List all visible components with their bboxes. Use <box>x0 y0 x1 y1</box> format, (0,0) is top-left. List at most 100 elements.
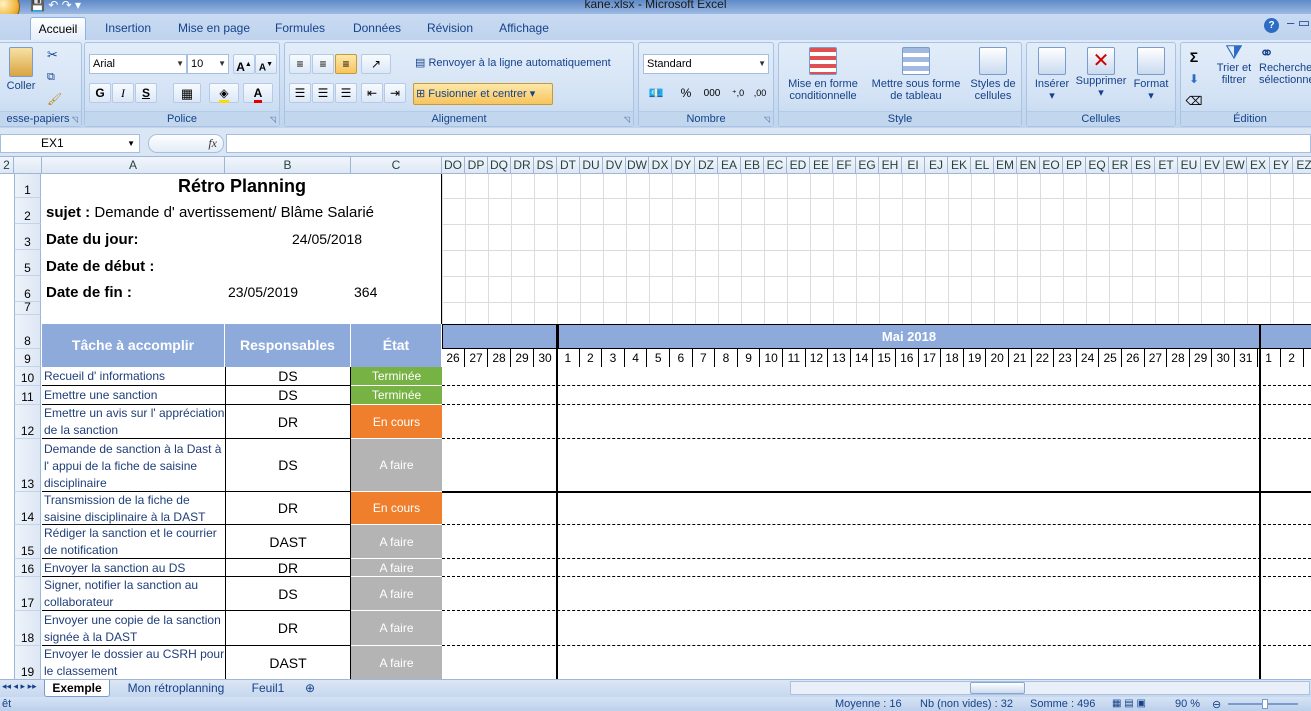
row-header-18[interactable]: 18 <box>14 611 41 646</box>
autosum-icon[interactable]: Σ <box>1183 47 1205 67</box>
align-bottom-button[interactable]: ≡ <box>335 54 357 74</box>
tab-insertion[interactable]: Insertion <box>96 17 160 40</box>
row-header-17[interactable]: 17 <box>14 577 41 611</box>
sheet-tab-exemple[interactable]: Exemple <box>44 680 110 697</box>
responsable-cell[interactable]: DR <box>225 405 351 439</box>
align-top-button[interactable]: ≡ <box>289 54 311 74</box>
bold-button[interactable]: G <box>89 83 111 103</box>
sort-filter-button[interactable]: ⧩ Trier et filtrer <box>1213 43 1255 86</box>
align-center-button[interactable]: ☰ <box>312 83 334 103</box>
row-header-11[interactable]: 11 <box>14 386 41 405</box>
column-header-eq[interactable]: EQ <box>1086 157 1109 174</box>
zoom-level[interactable]: 90 % <box>1175 698 1200 710</box>
column-header-ez[interactable]: EZ <box>1293 157 1311 174</box>
status-cell[interactable]: A faire <box>351 525 442 559</box>
column-header-ej[interactable]: EJ <box>925 157 948 174</box>
status-cell[interactable]: En cours <box>351 405 442 439</box>
status-cell[interactable]: A faire <box>351 439 442 492</box>
name-box[interactable]: EX1 ▼ <box>0 134 140 153</box>
tab-revision[interactable]: Révision <box>420 17 480 40</box>
cut-icon[interactable]: ✂ <box>47 48 58 61</box>
column-header-dt[interactable]: DT <box>557 157 580 174</box>
align-right-button[interactable]: ☰ <box>335 83 357 103</box>
format-as-table-button[interactable]: Mettre sous forme de tableau <box>867 47 965 102</box>
row-header-19[interactable]: 19 <box>14 646 41 680</box>
zoom-slider-thumb[interactable] <box>1262 699 1268 709</box>
column-header-b[interactable]: B <box>225 157 351 174</box>
merge-center-button[interactable]: ⊞ Fusionner et centrer ▾ <box>413 83 553 105</box>
fill-color-button[interactable]: ◈ <box>209 83 239 103</box>
status-cell[interactable]: En cours <box>351 492 442 525</box>
column-header-ew[interactable]: EW <box>1224 157 1247 174</box>
column-header-dz[interactable]: DZ <box>695 157 718 174</box>
currency-button[interactable]: 💶 <box>643 83 669 103</box>
row-header-13[interactable]: 13 <box>14 439 41 492</box>
tab-formules[interactable]: Formules <box>268 17 332 40</box>
help-icon[interactable]: ? <box>1264 18 1279 33</box>
row-header-1[interactable]: 1 <box>14 174 41 198</box>
column-header-el[interactable]: EL <box>971 157 994 174</box>
shrink-font-button[interactable]: A▼ <box>255 54 277 74</box>
row-header-10[interactable]: 10 <box>14 367 41 386</box>
row-header-8[interactable]: 8 <box>14 315 41 349</box>
row-header-3[interactable]: 3 <box>14 224 41 250</box>
status-cell[interactable]: A faire <box>351 577 442 611</box>
row-header-12[interactable]: 12 <box>14 405 41 439</box>
column-header-ev[interactable]: EV <box>1201 157 1224 174</box>
sheet-tab-mon-retroplanning[interactable]: Mon rétroplanning <box>118 680 234 697</box>
number-format-select[interactable]: Standard ▼ <box>643 54 769 74</box>
row-header-16[interactable]: 16 <box>14 559 41 577</box>
number-launcher-icon[interactable]: ◹ <box>764 115 770 124</box>
column-header-eg[interactable]: EG <box>856 157 879 174</box>
task-cell[interactable]: Emettre une sanction <box>42 386 225 405</box>
responsable-cell[interactable]: DS <box>225 367 351 386</box>
row-header-6[interactable]: 6 <box>14 276 41 302</box>
column-header-ep[interactable]: EP <box>1063 157 1086 174</box>
fill-icon[interactable]: ⬇ <box>1183 69 1205 89</box>
column-header-eo[interactable]: EO <box>1040 157 1063 174</box>
column-header-do[interactable]: DO <box>442 157 465 174</box>
column-header-dr[interactable]: DR <box>511 157 534 174</box>
column-header-dv[interactable]: DV <box>603 157 626 174</box>
zoom-out-icon[interactable]: ⊖ <box>1212 698 1221 711</box>
status-cell[interactable]: A faire <box>351 646 442 679</box>
sheet-nav-arrows[interactable]: ◂◂ ◂ ▸ ▸▸ <box>2 681 37 692</box>
column-header-dx[interactable]: DX <box>649 157 672 174</box>
responsable-cell[interactable]: DR <box>225 492 351 525</box>
responsable-cell[interactable]: DS <box>225 577 351 611</box>
column-header-ei[interactable]: EI <box>902 157 925 174</box>
task-cell[interactable]: Rédiger la sanction et le courrier de no… <box>42 525 225 559</box>
borders-button[interactable]: ▦ <box>173 83 201 103</box>
status-cell[interactable]: Terminée <box>351 386 442 405</box>
status-cell[interactable]: Terminée <box>351 367 442 386</box>
cell-styles-button[interactable]: Styles de cellules <box>967 47 1019 102</box>
column-header-ek[interactable]: EK <box>948 157 971 174</box>
responsable-cell[interactable]: DAST <box>225 525 351 559</box>
column-header-et[interactable]: ET <box>1155 157 1178 174</box>
column-header-em[interactable]: EM <box>994 157 1017 174</box>
row-header-15[interactable]: 15 <box>14 525 41 559</box>
column-header-du[interactable]: DU <box>580 157 603 174</box>
increase-decimal-button[interactable]: ⁺,0 <box>727 83 749 103</box>
column-header-en[interactable]: EN <box>1017 157 1040 174</box>
insert-sheet-icon[interactable]: ⊕ <box>298 680 322 697</box>
responsable-cell[interactable]: DR <box>225 559 351 577</box>
column-header-dy[interactable]: DY <box>672 157 695 174</box>
font-size-select[interactable]: 10 ▼ <box>187 54 229 74</box>
column-header-ey[interactable]: EY <box>1270 157 1293 174</box>
task-cell[interactable]: Signer, notifier la sanction au collabor… <box>42 577 225 611</box>
window-controls[interactable]: – ▭ <box>1287 15 1310 31</box>
find-select-button[interactable]: ⚭Rechercher et sélectionner <box>1259 44 1311 86</box>
task-cell[interactable]: Transmission de la fiche de saisine disc… <box>42 492 225 525</box>
status-cell[interactable]: A faire <box>351 559 442 577</box>
task-cell[interactable]: Demande de sanction à la Dast à l' appui… <box>42 439 225 492</box>
thousands-button[interactable]: 000 <box>699 83 725 103</box>
formula-input[interactable] <box>226 134 1311 153</box>
column-header-ed[interactable]: ED <box>787 157 810 174</box>
horizontal-scrollbar[interactable] <box>790 681 1310 695</box>
row-header-7[interactable]: 7 <box>14 301 41 315</box>
format-painter-icon[interactable]: 🖌 <box>47 93 62 105</box>
row-header-14[interactable]: 14 <box>14 492 41 525</box>
format-cells-button[interactable]: Format ▾ <box>1129 47 1173 102</box>
clipboard-launcher-icon[interactable]: ◹ <box>72 115 78 124</box>
